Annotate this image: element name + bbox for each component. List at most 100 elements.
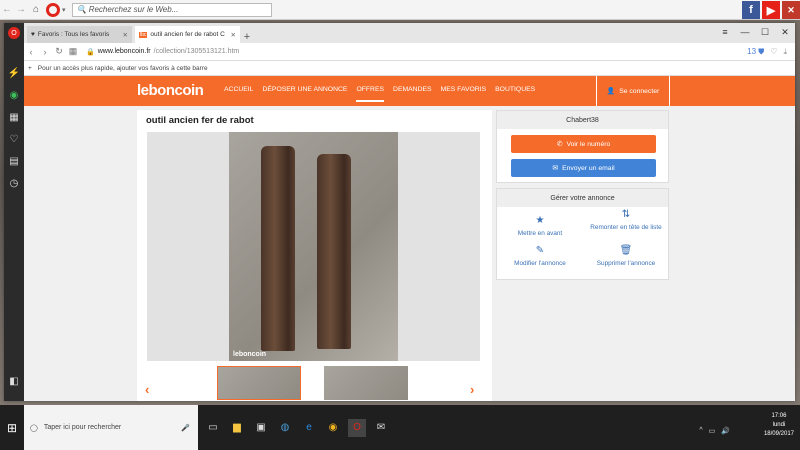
- chevron-left-icon[interactable]: ‹: [145, 382, 149, 397]
- gamepad-icon[interactable]: ✕: [782, 1, 800, 19]
- cortana-icon: ◯: [30, 424, 38, 432]
- show-number-button[interactable]: ✆ Voir le numéro: [511, 135, 656, 153]
- taskbar-apps: ▭ ▆ ▣ ◍ e ◉ O ✉: [200, 405, 390, 450]
- history-icon[interactable]: ◷: [6, 175, 22, 191]
- chrome-icon[interactable]: ◉: [324, 419, 342, 437]
- leboncoin-icon: lbc: [139, 31, 148, 38]
- store-icon[interactable]: ▣: [252, 419, 270, 437]
- back-icon[interactable]: ←: [0, 4, 14, 15]
- tab-label: Favoris : Tous les favoris: [37, 31, 110, 38]
- send-email-button[interactable]: ✉ Envoyer un email: [511, 159, 656, 177]
- photo-image: leboncoin: [229, 132, 398, 361]
- forward-icon[interactable]: →: [14, 4, 28, 15]
- task-view-icon[interactable]: ▭: [204, 419, 222, 437]
- close-icon[interactable]: ✕: [123, 31, 128, 39]
- sort-icon: ⇅: [621, 209, 631, 220]
- site-nav: ACCUEIL DÉPOSER UNE ANNONCE OFFRES DEMAN…: [224, 86, 535, 102]
- edit-button[interactable]: ✎ Modifier l'annonce: [497, 245, 583, 268]
- outer-search-input[interactable]: 🔍 Recherchez sur le Web...: [71, 2, 272, 17]
- globe-icon[interactable]: ◍: [276, 419, 294, 437]
- ad-title: outil ancien fer de rabot: [146, 115, 254, 126]
- delete-button[interactable]: 🗑 Supprimer l'annonce: [583, 245, 669, 268]
- tab-leboncoin[interactable]: lbc outil ancien fer de rabot C ✕: [135, 26, 240, 43]
- close-window-icon[interactable]: ✕: [775, 23, 795, 41]
- promote-label: Mettre en avant: [517, 229, 563, 237]
- sidebar-toggle-icon[interactable]: ◧: [6, 373, 22, 389]
- edge-icon[interactable]: e: [300, 419, 318, 437]
- seller-name[interactable]: Chabert38: [497, 111, 668, 129]
- back-icon[interactable]: ‹: [24, 47, 38, 57]
- delete-label: Supprimer l'annonce: [596, 259, 656, 267]
- opera-icon[interactable]: [46, 2, 60, 17]
- new-tab-button[interactable]: +: [240, 31, 254, 43]
- clock-time: 17:06: [771, 413, 787, 419]
- opera-icon[interactable]: O: [348, 418, 366, 437]
- chevron-right-icon[interactable]: ›: [470, 382, 474, 397]
- minimize-icon[interactable]: —: [735, 23, 755, 41]
- bookmarks-heart-icon[interactable]: ♡: [6, 131, 22, 147]
- mail-icon[interactable]: ✉: [372, 419, 390, 437]
- url-path: /collection/1305513121.htm: [153, 48, 240, 55]
- tab-bar: ♥ Favoris : Tous les favoris ✕ lbc outil…: [24, 23, 795, 43]
- nav-demandes[interactable]: DEMANDES: [393, 86, 432, 102]
- download-icon[interactable]: ⤓: [783, 47, 787, 57]
- nav-accueil[interactable]: ACCUEIL: [224, 86, 253, 102]
- reload-icon[interactable]: ↻: [52, 46, 66, 57]
- tab-favorites[interactable]: ♥ Favoris : Tous les favoris ✕: [27, 26, 132, 43]
- manage-title: Gérer votre annonce: [497, 189, 668, 207]
- chevron-up-icon[interactable]: ^: [699, 427, 702, 435]
- send-email-label: Envoyer un email: [562, 164, 615, 172]
- url-host: www.leboncoin.fr: [97, 48, 151, 55]
- clock[interactable]: 17:06 lundi 18/09/2017: [764, 412, 794, 439]
- microphone-icon[interactable]: 🎤: [181, 424, 190, 432]
- nav-deposer-annonce[interactable]: DÉPOSER UNE ANNONCE: [262, 86, 347, 102]
- thumbnail-1[interactable]: [217, 366, 301, 400]
- youtube-icon[interactable]: ▶: [762, 1, 780, 19]
- adblock-badge[interactable]: 13 ⛊: [747, 47, 764, 57]
- manage-panel: Gérer votre annonce ★ Mettre en avant ⇅ …: [496, 188, 669, 280]
- speed-dial-icon[interactable]: ▦: [6, 109, 22, 125]
- nav-offres[interactable]: OFFRES: [356, 86, 385, 102]
- edit-label: Modifier l'annonce: [514, 259, 566, 267]
- volume-icon[interactable]: 🔊: [721, 427, 730, 435]
- site-logo[interactable]: leboncoin: [137, 82, 204, 99]
- close-icon[interactable]: ✕: [231, 31, 236, 39]
- home-icon[interactable]: ⌂: [28, 4, 44, 15]
- network-icon[interactable]: ▭: [709, 427, 716, 435]
- opera-menu-icon[interactable]: O: [8, 27, 20, 39]
- heart-icon[interactable]: ♡: [770, 47, 777, 56]
- forward-icon[interactable]: ›: [38, 47, 52, 57]
- thumbnail-2[interactable]: [324, 366, 408, 400]
- windows-start-icon[interactable]: ⊞: [0, 405, 24, 450]
- bump-label: Remonter en tête de liste: [590, 223, 662, 231]
- bump-button[interactable]: ⇅ Remonter en tête de liste: [583, 209, 669, 232]
- speed-dial-icon[interactable]: ▦: [66, 46, 80, 57]
- news-icon[interactable]: ▤: [6, 153, 22, 169]
- whatsapp-icon[interactable]: ◉: [6, 87, 22, 103]
- maximize-icon[interactable]: ☐: [755, 23, 775, 41]
- lock-icon: 🔒: [86, 48, 95, 56]
- file-explorer-icon[interactable]: ▆: [228, 419, 246, 437]
- connect-label: Se connecter: [619, 87, 660, 95]
- add-bookmark-icon[interactable]: +: [28, 65, 32, 72]
- ad-main-photo[interactable]: leboncoin: [147, 132, 480, 361]
- clock-date: 18/09/2017: [763, 431, 794, 437]
- system-tray-icons: ^ ▭ 🔊: [699, 427, 730, 435]
- search-icon: 🔍: [76, 5, 89, 14]
- nav-mes-favoris[interactable]: MES FAVORIS: [441, 86, 487, 102]
- taskbar-search-placeholder: Taper ici pour rechercher: [43, 424, 122, 431]
- nav-boutiques[interactable]: BOUTIQUES: [495, 86, 535, 102]
- messenger-icon[interactable]: ⚡: [6, 65, 22, 81]
- dropdown-icon[interactable]: ▾: [62, 6, 66, 14]
- address-bar: ‹ › ↻ ▦ 🔒 www.leboncoin.fr/collection/13…: [24, 43, 795, 61]
- promote-button[interactable]: ★ Mettre en avant: [497, 215, 583, 238]
- trash-icon: 🗑: [619, 245, 633, 256]
- tab-menu-icon[interactable]: ≡: [715, 23, 735, 41]
- opera-sidebar: O ⚡ ◉ ▦ ♡ ▤ ◷ ◧: [4, 23, 24, 401]
- taskbar-search-input[interactable]: ◯ Taper ici pour rechercher 🎤: [24, 405, 198, 450]
- facebook-icon[interactable]: f: [742, 1, 760, 19]
- connect-button[interactable]: 👤 Se connecter: [596, 76, 670, 106]
- star-icon: ★: [535, 215, 545, 226]
- photo-thumbnails: ‹ ›: [137, 366, 492, 401]
- url-field[interactable]: 🔒 www.leboncoin.fr/collection/1305513121…: [86, 45, 741, 58]
